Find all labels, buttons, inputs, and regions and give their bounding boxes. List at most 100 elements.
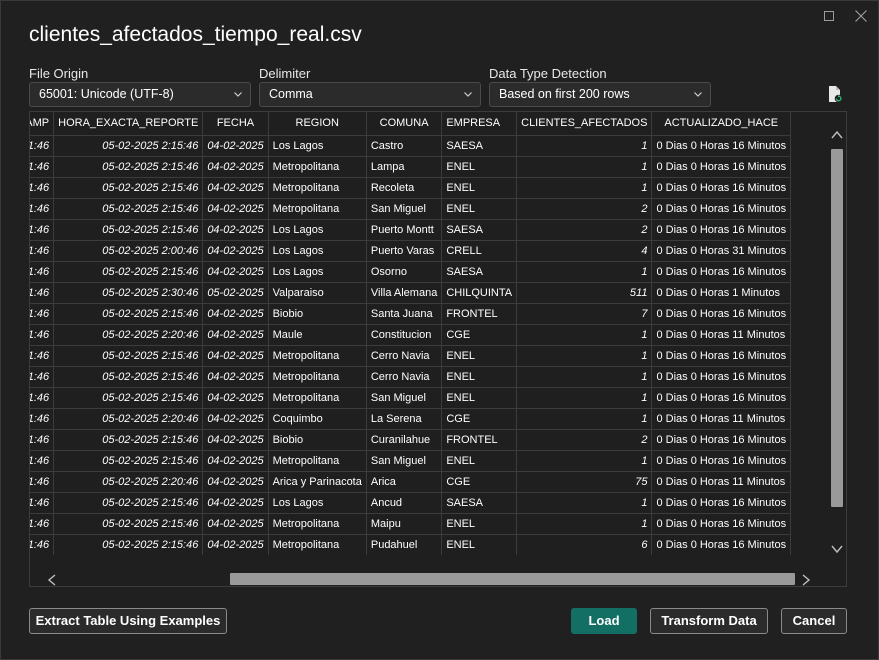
refresh-preview-icon[interactable] bbox=[827, 85, 843, 103]
table-cell: 04-02-2025 bbox=[202, 135, 269, 157]
table-cell: ENEL bbox=[441, 198, 518, 220]
column-header[interactable]: CLIENTES_AFECTADOS bbox=[516, 112, 653, 136]
table-cell: 1 bbox=[516, 513, 653, 535]
table-cell: ENEL bbox=[441, 345, 518, 367]
table-cell: 05-02-2025 2:15:46 bbox=[53, 513, 204, 535]
table-cell: Maipu bbox=[366, 513, 443, 535]
table-cell: 6 bbox=[516, 534, 653, 555]
table-cell: 05-02-2025 2:15:46 bbox=[53, 261, 204, 283]
table-cell: 1 bbox=[516, 261, 653, 283]
table-cell: San Miguel bbox=[366, 198, 443, 220]
maximize-icon[interactable] bbox=[819, 7, 839, 25]
column-header[interactable]: STAMP bbox=[30, 112, 55, 136]
horizontal-scrollbar[interactable] bbox=[30, 570, 846, 586]
table-cell: Lampa bbox=[366, 156, 443, 178]
table-cell: 04-02-2025 bbox=[202, 429, 269, 451]
table-cell: Villa Alemana bbox=[366, 282, 443, 304]
table-cell: Los Lagos bbox=[268, 219, 367, 241]
column-header[interactable]: REGION bbox=[268, 112, 367, 136]
table-row: 025 2:31:4605-02-2025 2:15:4604-02-2025M… bbox=[30, 156, 792, 178]
file-origin-value: 65001: Unicode (UTF-8) bbox=[39, 87, 174, 101]
scroll-up-icon[interactable] bbox=[830, 128, 844, 140]
table-cell: 025 2:31:46 bbox=[30, 324, 55, 346]
table-cell: Metropolitana bbox=[268, 534, 367, 555]
table-cell: 04-02-2025 bbox=[202, 240, 269, 262]
table-cell: 05-02-2025 2:15:46 bbox=[53, 387, 204, 409]
table-cell: CGE bbox=[441, 324, 518, 346]
table-cell: 1 bbox=[516, 135, 653, 157]
data-preview: STAMP HORA_EXACTA_REPORTE FECHA REGION C… bbox=[29, 111, 847, 587]
table-cell: ENEL bbox=[441, 156, 518, 178]
data-type-detection-label: Data Type Detection bbox=[489, 66, 607, 81]
table-cell: Los Lagos bbox=[268, 492, 367, 514]
table-cell: Metropolitana bbox=[268, 513, 367, 535]
table-cell: Biobio bbox=[268, 429, 367, 451]
table-cell: 05-02-2025 2:15:46 bbox=[53, 135, 204, 157]
table-cell: 025 2:31:46 bbox=[30, 345, 55, 367]
close-icon[interactable] bbox=[851, 7, 871, 25]
table-cell: 0 Dias 0 Horas 16 Minutos bbox=[651, 387, 792, 409]
load-button[interactable]: Load bbox=[571, 608, 637, 634]
scroll-left-icon[interactable] bbox=[47, 573, 57, 586]
chevron-down-icon bbox=[694, 83, 702, 106]
table-cell: 0 Dias 0 Horas 11 Minutos bbox=[651, 408, 792, 430]
column-header[interactable]: EMPRESA bbox=[441, 112, 518, 136]
dialog-title: clientes_afectados_tiempo_real.csv bbox=[29, 23, 362, 46]
extract-table-button[interactable]: Extract Table Using Examples bbox=[29, 608, 227, 634]
table-cell: 1 bbox=[516, 345, 653, 367]
column-header[interactable]: COMUNA bbox=[366, 112, 443, 136]
table-cell: Santa Juana bbox=[366, 303, 443, 325]
table-cell: 0 Dias 0 Horas 11 Minutos bbox=[651, 471, 792, 493]
table-cell: 0 Dias 0 Horas 16 Minutos bbox=[651, 513, 792, 535]
vertical-scrollbar[interactable] bbox=[828, 112, 846, 555]
table-cell: 2 bbox=[516, 219, 653, 241]
data-type-detection-select[interactable]: Based on first 200 rows bbox=[489, 82, 711, 107]
table-cell: 05-02-2025 2:15:46 bbox=[53, 345, 204, 367]
table-cell: 025 2:31:46 bbox=[30, 303, 55, 325]
table-cell: Recoleta bbox=[366, 177, 443, 199]
scroll-right-icon[interactable] bbox=[801, 573, 811, 586]
cancel-button[interactable]: Cancel bbox=[781, 608, 847, 634]
table-cell: Metropolitana bbox=[268, 366, 367, 388]
table-cell: 05-02-2025 2:15:46 bbox=[53, 492, 204, 514]
horizontal-scroll-thumb[interactable] bbox=[230, 573, 795, 585]
table-cell: Constitucion bbox=[366, 324, 443, 346]
column-header[interactable]: ACTUALIZADO_HACE bbox=[651, 112, 792, 136]
table-row: 025 2:31:4605-02-2025 2:15:4604-02-2025L… bbox=[30, 261, 792, 283]
table-cell: ENEL bbox=[441, 450, 518, 472]
file-origin-label: File Origin bbox=[29, 66, 89, 81]
table-cell: Metropolitana bbox=[268, 156, 367, 178]
data-type-detection-value: Based on first 200 rows bbox=[499, 87, 630, 101]
table-cell: 025 2:31:46 bbox=[30, 240, 55, 262]
table-cell: FRONTEL bbox=[441, 303, 518, 325]
table-cell: La Serena bbox=[366, 408, 443, 430]
table-row: 025 2:31:4605-02-2025 2:20:4604-02-2025A… bbox=[30, 471, 792, 493]
table-cell: 7 bbox=[516, 303, 653, 325]
table-cell: 04-02-2025 bbox=[202, 366, 269, 388]
table-row: 025 2:31:4605-02-2025 2:15:4604-02-2025L… bbox=[30, 219, 792, 241]
column-header[interactable]: FECHA bbox=[202, 112, 269, 136]
table-cell: Puerto Montt bbox=[366, 219, 443, 241]
table-cell: Metropolitana bbox=[268, 198, 367, 220]
table-cell: 04-02-2025 bbox=[202, 450, 269, 472]
table-row: 025 2:31:4605-02-2025 2:15:4604-02-2025M… bbox=[30, 450, 792, 472]
scroll-down-icon[interactable] bbox=[830, 542, 844, 554]
table-cell: 04-02-2025 bbox=[202, 324, 269, 346]
vertical-scroll-thumb[interactable] bbox=[831, 149, 843, 507]
table-cell: FRONTEL bbox=[441, 429, 518, 451]
delimiter-value: Comma bbox=[269, 87, 313, 101]
delimiter-label: Delimiter bbox=[259, 66, 311, 81]
column-header[interactable]: HORA_EXACTA_REPORTE bbox=[53, 112, 204, 136]
table-cell: 025 2:31:46 bbox=[30, 282, 55, 304]
table-cell: 025 2:31:46 bbox=[30, 450, 55, 472]
table-cell: Arica y Parinacota bbox=[268, 471, 367, 493]
table-row: 025 2:31:4605-02-2025 2:00:4604-02-2025L… bbox=[30, 240, 792, 262]
transform-data-button[interactable]: Transform Data bbox=[650, 608, 768, 634]
table-cell: 04-02-2025 bbox=[202, 198, 269, 220]
table-cell: Coquimbo bbox=[268, 408, 367, 430]
delimiter-select[interactable]: Comma bbox=[259, 82, 481, 107]
file-origin-select[interactable]: 65001: Unicode (UTF-8) bbox=[29, 82, 251, 107]
table-cell: 05-02-2025 bbox=[202, 282, 269, 304]
table-row: 025 2:31:4605-02-2025 2:15:4604-02-2025L… bbox=[30, 492, 792, 514]
table-cell: Los Lagos bbox=[268, 135, 367, 157]
